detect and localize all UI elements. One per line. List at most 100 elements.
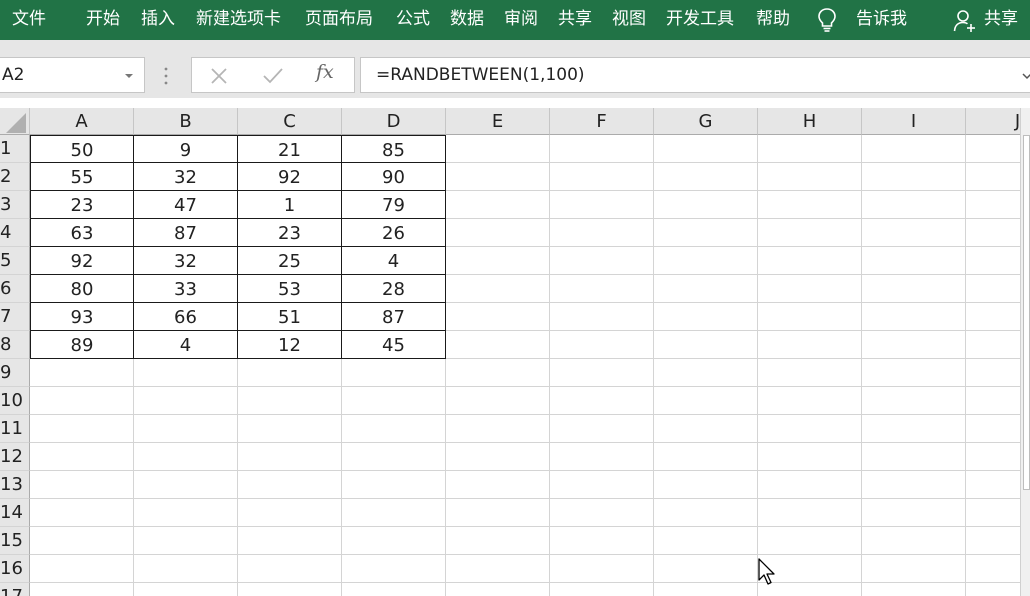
formula-input[interactable]: =RANDBETWEEN(1,100) (360, 57, 1030, 93)
row-header-14[interactable]: 14 (0, 499, 30, 527)
cell-d1[interactable]: 85 (342, 135, 446, 163)
tab-file[interactable]: 文件 (12, 0, 46, 40)
cell-e17[interactable] (446, 583, 550, 596)
cell-g4[interactable] (654, 219, 758, 247)
cell-h12[interactable] (758, 443, 862, 471)
cell-i13[interactable] (862, 471, 966, 499)
cell-i17[interactable] (862, 583, 966, 596)
cell-c6[interactable]: 53 (238, 275, 342, 303)
cell-i7[interactable] (862, 303, 966, 331)
cell-i10[interactable] (862, 387, 966, 415)
cell-h3[interactable] (758, 191, 862, 219)
cell-f12[interactable] (550, 443, 654, 471)
tab-data[interactable]: 数据 (450, 0, 484, 40)
cell-h15[interactable] (758, 527, 862, 555)
cell-h11[interactable] (758, 415, 862, 443)
cell-a9[interactable] (30, 359, 134, 387)
cell-h13[interactable] (758, 471, 862, 499)
cell-a4[interactable]: 63 (30, 219, 134, 247)
cell-g7[interactable] (654, 303, 758, 331)
cell-d14[interactable] (342, 499, 446, 527)
column-header-a[interactable]: A (30, 108, 134, 135)
select-all-button[interactable] (0, 108, 30, 135)
cell-f15[interactable] (550, 527, 654, 555)
cell-g3[interactable] (654, 191, 758, 219)
column-header-h[interactable]: H (758, 108, 862, 135)
cell-i6[interactable] (862, 275, 966, 303)
cell-f13[interactable] (550, 471, 654, 499)
cell-d6[interactable]: 28 (342, 275, 446, 303)
cell-c8[interactable]: 12 (238, 331, 342, 359)
cell-g6[interactable] (654, 275, 758, 303)
row-header-6[interactable]: 6 (0, 275, 30, 303)
cell-d16[interactable] (342, 555, 446, 583)
row-header-13[interactable]: 13 (0, 471, 30, 499)
cell-f8[interactable] (550, 331, 654, 359)
tab-share[interactable]: 共享 (558, 0, 592, 40)
cell-f9[interactable] (550, 359, 654, 387)
tab-insert[interactable]: 插入 (141, 0, 175, 40)
column-header-d[interactable]: D (342, 108, 446, 135)
column-header-i[interactable]: I (862, 108, 966, 135)
cell-g11[interactable] (654, 415, 758, 443)
cell-e13[interactable] (446, 471, 550, 499)
checkmark-icon[interactable] (262, 67, 284, 85)
cell-i8[interactable] (862, 331, 966, 359)
cell-a1[interactable]: 50 (30, 135, 134, 163)
cell-b10[interactable] (134, 387, 238, 415)
cell-b14[interactable] (134, 499, 238, 527)
cell-g8[interactable] (654, 331, 758, 359)
cell-h1[interactable] (758, 135, 862, 163)
cell-g16[interactable] (654, 555, 758, 583)
cell-g14[interactable] (654, 499, 758, 527)
cell-f3[interactable] (550, 191, 654, 219)
cell-h4[interactable] (758, 219, 862, 247)
cell-b5[interactable]: 32 (134, 247, 238, 275)
cell-h8[interactable] (758, 331, 862, 359)
cell-a11[interactable] (30, 415, 134, 443)
cell-e11[interactable] (446, 415, 550, 443)
cancel-icon[interactable] (210, 67, 228, 85)
share-button[interactable]: 共享 (984, 0, 1018, 40)
cell-d11[interactable] (342, 415, 446, 443)
tab-formulas[interactable]: 公式 (396, 0, 430, 40)
row-header-2[interactable]: 2 (0, 163, 30, 191)
tab-home[interactable]: 开始 (86, 0, 120, 40)
cell-h2[interactable] (758, 163, 862, 191)
cell-a3[interactable]: 23 (30, 191, 134, 219)
row-header-9[interactable]: 9 (0, 359, 30, 387)
cell-h10[interactable] (758, 387, 862, 415)
cell-h7[interactable] (758, 303, 862, 331)
cell-i12[interactable] (862, 443, 966, 471)
cell-c1[interactable]: 21 (238, 135, 342, 163)
cell-f16[interactable] (550, 555, 654, 583)
cell-g15[interactable] (654, 527, 758, 555)
cell-e4[interactable] (446, 219, 550, 247)
tab-review[interactable]: 审阅 (504, 0, 538, 40)
cell-b15[interactable] (134, 527, 238, 555)
cell-d10[interactable] (342, 387, 446, 415)
cell-d17[interactable] (342, 583, 446, 596)
cell-d3[interactable]: 79 (342, 191, 446, 219)
cell-f6[interactable] (550, 275, 654, 303)
cell-g1[interactable] (654, 135, 758, 163)
cell-d2[interactable]: 90 (342, 163, 446, 191)
cell-f10[interactable] (550, 387, 654, 415)
cell-h9[interactable] (758, 359, 862, 387)
cell-b11[interactable] (134, 415, 238, 443)
cell-e2[interactable] (446, 163, 550, 191)
cell-a5[interactable]: 92 (30, 247, 134, 275)
cell-b8[interactable]: 4 (134, 331, 238, 359)
cell-e14[interactable] (446, 499, 550, 527)
cell-h5[interactable] (758, 247, 862, 275)
cell-g13[interactable] (654, 471, 758, 499)
cell-b7[interactable]: 66 (134, 303, 238, 331)
cell-d13[interactable] (342, 471, 446, 499)
cell-e8[interactable] (446, 331, 550, 359)
cell-b9[interactable] (134, 359, 238, 387)
cell-c15[interactable] (238, 527, 342, 555)
cell-b16[interactable] (134, 555, 238, 583)
cell-g17[interactable] (654, 583, 758, 596)
cell-a8[interactable]: 89 (30, 331, 134, 359)
cell-i14[interactable] (862, 499, 966, 527)
